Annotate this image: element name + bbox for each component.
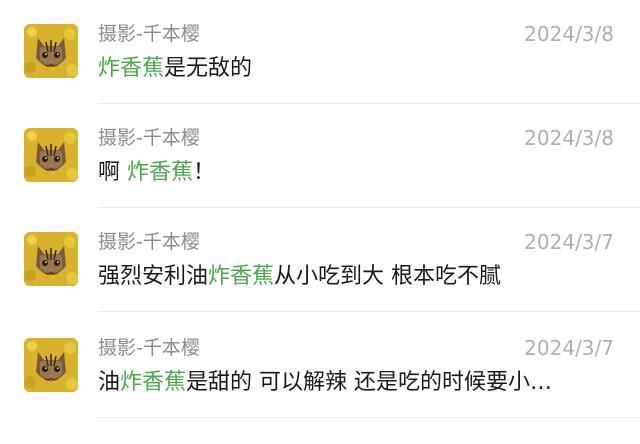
cat-face-avatar-icon[interactable] bbox=[24, 24, 78, 78]
comment-item[interactable]: 摄影-千本樱 2024/3/8 炸香蕉是无敌的 bbox=[0, 0, 640, 104]
cat-face-avatar-icon[interactable] bbox=[24, 128, 78, 182]
comment-text: 炸香蕉是无敌的 bbox=[98, 54, 252, 84]
comment-date: 2024/3/8 bbox=[524, 22, 614, 46]
cat-face-avatar-icon[interactable] bbox=[24, 338, 78, 392]
comment-date: 2024/3/8 bbox=[524, 126, 614, 150]
comment-date: 2024/3/7 bbox=[524, 336, 614, 360]
comment-author[interactable]: 摄影-千本樱 bbox=[98, 230, 200, 254]
comment-author[interactable]: 摄影-千本樱 bbox=[98, 336, 200, 360]
comment-text-before: 油 bbox=[98, 370, 121, 395]
comment-author[interactable]: 摄影-千本樱 bbox=[98, 22, 200, 46]
highlight-keyword[interactable]: 炸香蕉 bbox=[98, 56, 164, 81]
comment-text: 啊 炸香蕉！ bbox=[98, 158, 215, 188]
comment-text-after: 是无敌的 bbox=[164, 56, 253, 81]
comment-text: 油炸香蕉是甜的 可以解辣 还是吃的时候要小… bbox=[98, 368, 552, 398]
divider bbox=[98, 417, 640, 418]
comment-list: 摄影-千本樱 2024/3/8 炸香蕉是无敌的 摄影-千本樱 2024/3/8 … bbox=[0, 0, 640, 444]
divider bbox=[98, 311, 640, 312]
comment-date: 2024/3/7 bbox=[524, 230, 614, 254]
comment-text-before: 啊 bbox=[98, 160, 127, 185]
comment-text: 强烈安利油炸香蕉从小吃到大 根本吃不腻 bbox=[98, 262, 501, 292]
comment-text-after: 从小吃到大 根本吃不腻 bbox=[274, 264, 502, 289]
comment-author[interactable]: 摄影-千本樱 bbox=[98, 126, 200, 150]
highlight-keyword[interactable]: 炸香蕉 bbox=[208, 264, 274, 289]
comment-item[interactable]: 摄影-千本樱 2024/3/7 强烈安利油炸香蕉从小吃到大 根本吃不腻 bbox=[0, 208, 640, 312]
highlight-keyword[interactable]: 炸香蕉 bbox=[120, 370, 186, 395]
comment-item[interactable]: 摄影-千本樱 2024/3/8 啊 炸香蕉！ bbox=[0, 104, 640, 208]
cat-face-avatar-icon[interactable] bbox=[24, 232, 78, 286]
comment-text-after: ！ bbox=[193, 160, 216, 185]
comment-text-before: 强烈安利油 bbox=[98, 264, 209, 289]
comment-text-after: 是甜的 可以解辣 还是吃的时候要小… bbox=[186, 370, 553, 395]
highlight-keyword[interactable]: 炸香蕉 bbox=[127, 160, 193, 185]
comment-item[interactable]: 摄影-千本樱 2024/3/7 油炸香蕉是甜的 可以解辣 还是吃的时候要小… bbox=[0, 314, 640, 418]
